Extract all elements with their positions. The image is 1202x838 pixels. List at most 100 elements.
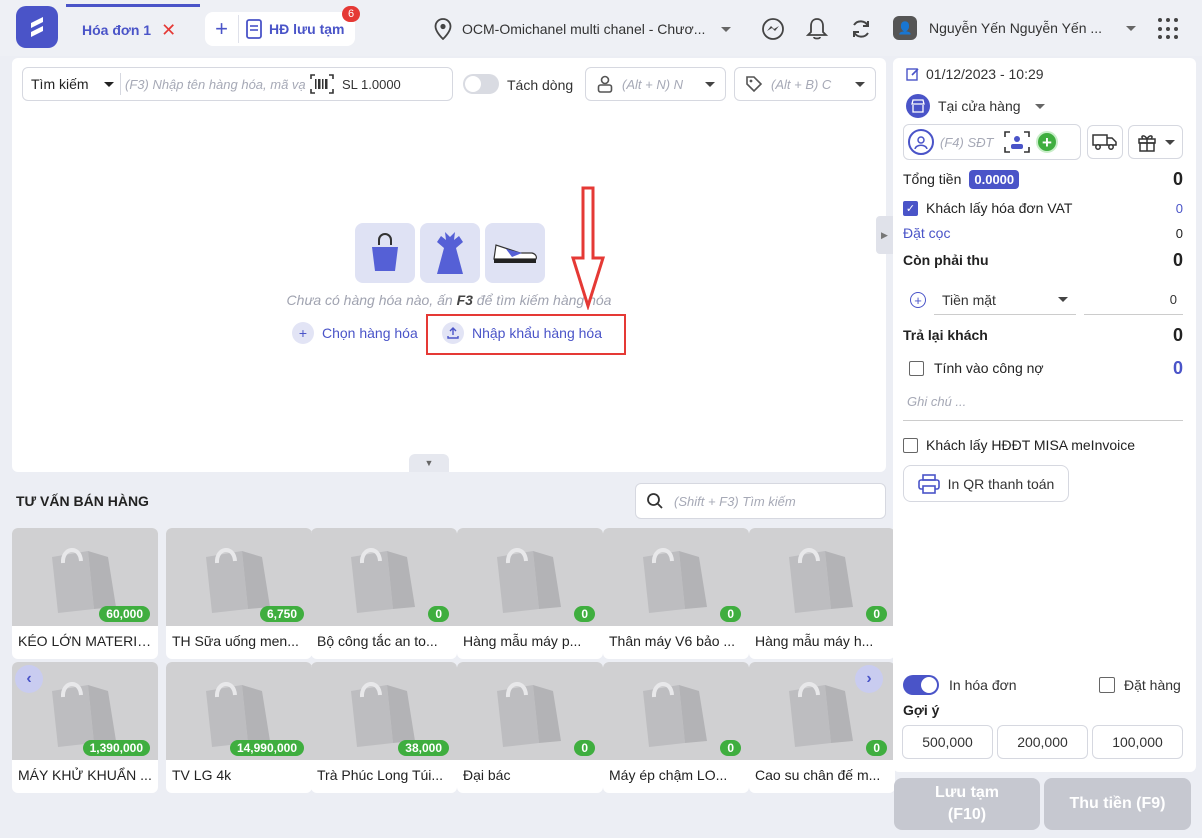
- bag-icon: [355, 223, 415, 283]
- price-badge: 0: [574, 740, 595, 756]
- total-pill[interactable]: 0.0000: [969, 169, 1020, 189]
- choose-products-button[interactable]: + Chọn hàng hóa: [292, 322, 418, 344]
- datetime-value: 01/12/2023 - 10:29: [926, 66, 1044, 82]
- price-badge: 0: [866, 606, 887, 622]
- product-card[interactable]: 0 Bộ công tắc an to...: [311, 528, 457, 659]
- payment-row: + Tiền mặt 0: [910, 284, 1183, 316]
- split-line-toggle[interactable]: [463, 74, 499, 94]
- debt-value: 0: [1172, 357, 1183, 378]
- product-image: 0: [603, 662, 749, 760]
- chevron-down-icon: [721, 26, 732, 32]
- dress-icon: [420, 223, 480, 283]
- delivery-button[interactable]: [1087, 125, 1123, 159]
- print-qr-button[interactable]: In QR thanh toán: [903, 465, 1069, 502]
- payment-method-label: Tiền mặt: [942, 291, 996, 308]
- product-card[interactable]: 60,000 KÉO LỚN MATERIA...: [12, 528, 158, 659]
- close-icon[interactable]: ✕: [161, 21, 176, 39]
- suggestion-button[interactable]: 100,000: [1092, 725, 1183, 759]
- change-row: Trả lại khách 0: [903, 323, 1183, 347]
- gift-button[interactable]: [1128, 125, 1183, 159]
- add-payment-icon[interactable]: +: [910, 292, 926, 308]
- channel-select[interactable]: Tại cửa hàng: [906, 94, 1045, 118]
- customer-input[interactable]: (F4) SĐT +: [903, 124, 1081, 160]
- collect-payment-button[interactable]: Thu tiền (F9): [1044, 778, 1191, 830]
- order-datetime[interactable]: 01/12/2023 - 10:29: [906, 66, 1044, 82]
- search-type-select[interactable]: Tìm kiếm: [23, 73, 121, 95]
- reserve-label: Đặt hàng: [1124, 677, 1181, 693]
- refresh-icon[interactable]: [848, 16, 874, 42]
- product-card[interactable]: 0 Thân máy V6 bảo ...: [603, 528, 749, 659]
- gift-icon: [1137, 135, 1156, 152]
- search-input[interactable]: (F3) Nhập tên hàng hóa, mã vạch, mã S...: [121, 77, 306, 92]
- tag-select[interactable]: (Alt + B) C: [734, 67, 876, 101]
- product-card[interactable]: 0 Máy ép chậm LO...: [603, 662, 749, 793]
- product-name: Trà Phúc Long Túi...: [317, 767, 444, 783]
- product-card[interactable]: 0 Hàng mẫu máy p...: [457, 528, 603, 659]
- saved-invoices-button[interactable]: HĐ lưu tạm: [239, 19, 344, 39]
- price-badge: 0: [574, 606, 595, 622]
- messenger-icon[interactable]: [760, 16, 786, 42]
- shopping-bag-icon: [206, 548, 270, 613]
- collapse-toggle[interactable]: ▼: [409, 454, 449, 472]
- tab-invoice-1[interactable]: Hóa đơn 1 ✕: [66, 4, 200, 52]
- add-customer-icon[interactable]: +: [1036, 131, 1058, 153]
- product-image: 0: [311, 528, 457, 626]
- product-card[interactable]: 6,750 TH Sữa uống men...: [166, 528, 312, 659]
- product-card[interactable]: 38,000 Trà Phúc Long Túi...: [311, 662, 457, 793]
- tag-icon: [746, 76, 763, 93]
- apps-grid-icon[interactable]: [1158, 18, 1180, 40]
- barcode-icon[interactable]: [310, 74, 334, 94]
- suggestion-button[interactable]: 500,000: [902, 725, 993, 759]
- misa-checkbox[interactable]: [903, 437, 918, 453]
- saved-label: HĐ lưu tạm: [269, 21, 345, 37]
- quantity-field[interactable]: SL 1.0000: [334, 77, 401, 92]
- empty-key: F3: [456, 292, 473, 308]
- payment-amount-input[interactable]: 0: [1084, 285, 1183, 315]
- product-card[interactable]: 0 Đại bác: [457, 662, 603, 793]
- product-name: Thân máy V6 bảo ...: [609, 633, 736, 649]
- split-line-label: Tách dòng: [507, 77, 574, 93]
- payment-method-select[interactable]: Tiền mặt: [934, 285, 1076, 315]
- debt-checkbox[interactable]: [909, 360, 924, 376]
- app-logo[interactable]: [16, 6, 58, 48]
- consult-search-input[interactable]: (Shift + F3) Tìm kiếm: [635, 483, 886, 519]
- product-image: 60,000: [12, 528, 158, 626]
- deposit-link[interactable]: Đặt cọc: [903, 225, 950, 241]
- debt-label: Tính vào công nợ: [934, 360, 1044, 376]
- bell-icon[interactable]: [804, 16, 830, 42]
- store-icon: [906, 94, 930, 118]
- product-card[interactable]: 14,990,000 TV LG 4k: [166, 662, 312, 793]
- change-label: Trả lại khách: [903, 327, 988, 343]
- annotation-arrow: [570, 186, 606, 310]
- highlight-box: [426, 314, 626, 355]
- reserve-checkbox[interactable]: [1099, 677, 1115, 693]
- product-name: TH Sữa uống men...: [172, 633, 299, 649]
- note-input[interactable]: Ghi chú ...: [903, 388, 1183, 421]
- print-invoice-toggle[interactable]: [903, 675, 939, 695]
- add-tab-button[interactable]: +: [205, 15, 239, 43]
- receipt-icon: [246, 19, 262, 39]
- next-page-button[interactable]: ›: [855, 665, 883, 693]
- caret-down-icon: [705, 81, 715, 87]
- reserve-row: Đặt hàng: [1099, 677, 1181, 693]
- scan-customer-icon[interactable]: [1004, 131, 1030, 153]
- search-icon: [647, 493, 663, 509]
- truck-icon: [1092, 134, 1117, 150]
- sneaker-icon: [485, 223, 545, 283]
- product-name: Máy ép chậm LO...: [609, 767, 728, 783]
- vat-checkbox[interactable]: ✓: [903, 200, 918, 216]
- suggestion-button[interactable]: 200,000: [997, 725, 1088, 759]
- staff-select[interactable]: (Alt + N) N: [585, 67, 726, 101]
- prev-page-button[interactable]: ‹: [15, 665, 43, 693]
- total-row: Tổng tiền 0.0000 0: [903, 168, 1183, 190]
- product-image: 0: [457, 528, 603, 626]
- user-menu[interactable]: 👤 Nguyễn Yến Nguyễn Yến ...: [893, 16, 1137, 40]
- search-type-label: Tìm kiếm: [31, 76, 89, 92]
- store-selector[interactable]: OCM-Omichanel multi chanel - Chươ...: [434, 16, 732, 42]
- tag-placeholder: (Alt + B) C: [771, 76, 832, 92]
- save-draft-button[interactable]: Lưu tạm (F10): [894, 778, 1040, 830]
- product-card[interactable]: 0 Hàng mẫu máy h...: [749, 528, 895, 659]
- price-badge: 0: [866, 740, 887, 756]
- remaining-value: 0: [1172, 249, 1183, 270]
- expand-panel-toggle[interactable]: ▶: [876, 216, 893, 254]
